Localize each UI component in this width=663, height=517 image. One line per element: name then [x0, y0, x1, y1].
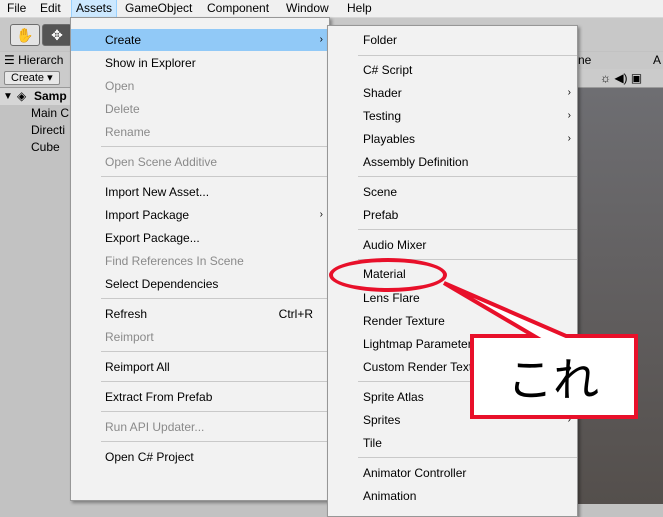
create-scene[interactable]: Scene: [328, 181, 577, 203]
unity-scene-icon: ◈: [17, 89, 27, 103]
chevron-right-icon: ›: [319, 34, 323, 45]
assets-menu-extract-from-prefab[interactable]: Extract From Prefab: [71, 386, 329, 408]
transform-tools: ✋ ✥: [10, 24, 74, 46]
hierarchy-create-button[interactable]: Create ▾: [4, 71, 60, 85]
menu-separator: [101, 146, 329, 147]
menu-window[interactable]: Window: [282, 0, 333, 17]
shortcut-label: Ctrl+R: [278, 307, 313, 321]
menu-separator: [358, 55, 577, 56]
assets-menu-select-dependencies[interactable]: Select Dependencies: [71, 273, 329, 295]
assets-menu-open-csharp-project[interactable]: Open C# Project: [71, 446, 329, 468]
chevron-right-icon: ›: [567, 87, 571, 98]
scene-tab[interactable]: ne A: [578, 52, 663, 69]
hand-icon: ✋: [16, 26, 34, 43]
menu-help[interactable]: Help: [343, 0, 376, 17]
highlight-ellipse: [329, 258, 447, 292]
chevron-right-icon: ›: [567, 133, 571, 144]
move-tool-button[interactable]: ✥: [42, 24, 72, 46]
assets-menu-open: Open: [105, 79, 135, 93]
assets-menu-open-scene-additive: Open Scene Additive: [105, 155, 218, 169]
create-shader[interactable]: Shader ›: [328, 82, 577, 104]
menu-assets[interactable]: Assets: [71, 0, 118, 18]
menu-component[interactable]: Component: [203, 0, 273, 17]
scene-canvas[interactable]: [578, 88, 663, 504]
assets-menu-run-api-updater: Run API Updater...: [105, 420, 205, 434]
assets-menu-reimport-all[interactable]: Reimport All: [71, 356, 329, 378]
callout-text: これ: [507, 353, 599, 407]
menu-file[interactable]: File: [3, 0, 30, 17]
menu-gameobject[interactable]: GameObject: [121, 0, 196, 17]
menu-bar: File Edit Assets GameObject Component Wi…: [0, 0, 663, 18]
scene-view: ne A ☼ ◀) ▣: [578, 52, 663, 504]
create-prefab[interactable]: Prefab: [328, 204, 577, 226]
create-render-texture[interactable]: Render Texture: [328, 310, 577, 332]
menu-separator: [101, 381, 329, 382]
assets-menu-import-new-asset[interactable]: Import New Asset...: [71, 181, 329, 203]
hierarchy-item-cube[interactable]: Cube: [31, 139, 70, 156]
move-icon: ✥: [51, 26, 63, 43]
expand-triangle-icon[interactable]: ▼: [3, 88, 13, 105]
create-folder[interactable]: Folder: [328, 29, 577, 51]
scene-row[interactable]: ▼ ◈ Samp: [0, 88, 70, 105]
create-assembly-definition[interactable]: Assembly Definition: [328, 151, 577, 173]
create-tile[interactable]: Tile: [328, 432, 577, 454]
scene-toolbar-icons[interactable]: ☼ ◀) ▣: [600, 69, 642, 87]
menu-separator: [101, 351, 329, 352]
menu-separator: [101, 298, 329, 299]
assets-menu-rename: Rename: [105, 125, 151, 139]
assets-menu: Create › Show in Explorer Open Delete Re…: [70, 17, 330, 501]
create-animator-controller[interactable]: Animator Controller: [328, 462, 577, 484]
hierarchy-list: ▼ ◈ Samp Main C Directi Cube: [0, 88, 70, 504]
chevron-right-icon: ›: [319, 209, 323, 220]
hierarchy-tab[interactable]: ☰ Hierarch: [0, 52, 74, 69]
menu-separator: [358, 457, 577, 458]
hierarchy-item-directional-light[interactable]: Directi: [31, 122, 70, 139]
assets-menu-create[interactable]: Create ›: [71, 29, 329, 51]
create-audio-mixer[interactable]: Audio Mixer: [328, 234, 577, 256]
scene-toolbar: ☼ ◀) ▣: [578, 69, 663, 88]
hierarchy-item-main-camera[interactable]: Main C: [31, 105, 70, 122]
assets-menu-find-references: Find References In Scene: [105, 254, 244, 268]
menu-separator: [101, 176, 329, 177]
hand-tool-button[interactable]: ✋: [10, 24, 40, 46]
assets-menu-delete: Delete: [105, 102, 140, 116]
scene-name: Samp: [34, 89, 67, 103]
create-csharp-script[interactable]: C# Script: [328, 59, 577, 81]
menu-separator: [101, 411, 329, 412]
assets-menu-show-in-explorer[interactable]: Show in Explorer: [71, 52, 329, 74]
menu-edit[interactable]: Edit: [36, 0, 65, 17]
create-testing[interactable]: Testing ›: [328, 105, 577, 127]
assets-menu-refresh[interactable]: Refresh Ctrl+R: [71, 303, 329, 325]
assets-menu-export-package[interactable]: Export Package...: [71, 227, 329, 249]
hierarchy-toolbar: Create ▾: [0, 69, 70, 88]
menu-separator: [101, 441, 329, 442]
create-playables[interactable]: Playables ›: [328, 128, 577, 150]
chevron-right-icon: ›: [567, 110, 571, 121]
menu-separator: [358, 176, 577, 177]
assets-menu-reimport: Reimport: [105, 330, 154, 344]
menu-separator: [358, 229, 577, 230]
assets-menu-import-package[interactable]: Import Package ›: [71, 204, 329, 226]
